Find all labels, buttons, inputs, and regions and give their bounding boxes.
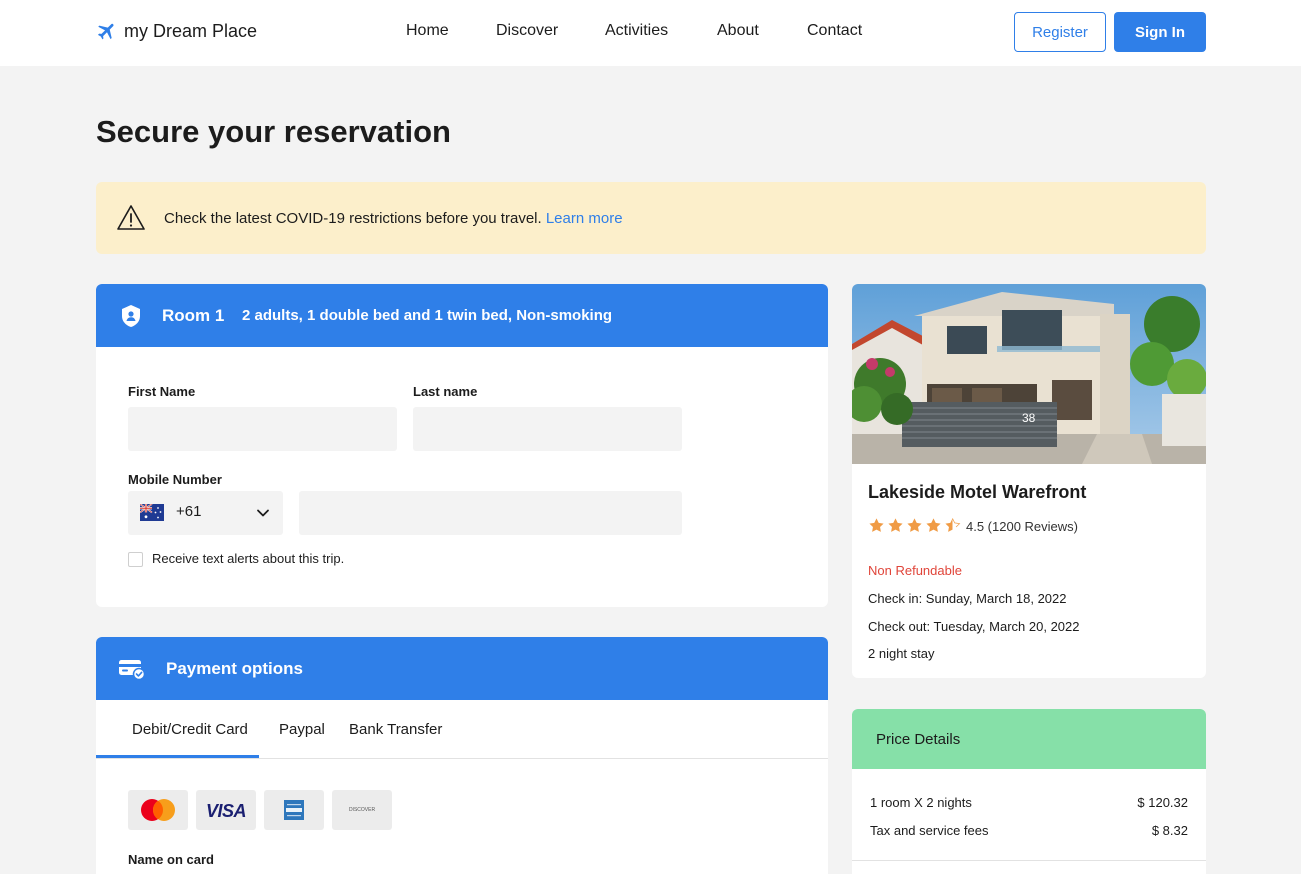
tab-paypal[interactable]: Paypal — [279, 721, 325, 738]
mastercard-option[interactable] — [128, 790, 188, 830]
covid-alert: Check the latest COVID-19 restrictions b… — [96, 182, 1206, 254]
learn-more-link[interactable]: Learn more — [546, 210, 623, 227]
price-header: Price Details — [852, 709, 1206, 769]
mobile-number-label: Mobile Number — [128, 472, 222, 487]
tabs-divider — [96, 758, 828, 759]
nav-activities[interactable]: Activities — [605, 22, 668, 40]
last-name-input[interactable] — [413, 407, 682, 451]
star-half-icon — [945, 518, 961, 532]
price-title: Price Details — [876, 731, 961, 748]
stay-duration: 2 night stay — [868, 646, 935, 661]
amex-option[interactable] — [264, 790, 324, 830]
top-header: my Dream Place Home Discover Activities … — [0, 0, 1301, 66]
price-divider — [852, 860, 1206, 861]
house-number: 38 — [1022, 411, 1036, 425]
credit-card-check-icon — [119, 660, 146, 681]
register-button[interactable]: Register — [1014, 12, 1106, 52]
tab-bank-transfer[interactable]: Bank Transfer — [349, 721, 442, 738]
nav-discover[interactable]: Discover — [496, 22, 558, 40]
price-row: Tax and service fees $ 8.32 — [870, 823, 1188, 838]
hotel-summary-card: 38 Lakeside Motel Warefront 4.5 (1200 Re… — [852, 284, 1206, 678]
star-full-icon — [926, 518, 941, 532]
star-full-icon — [888, 518, 903, 532]
room-description: 2 adults, 1 double bed and 1 twin bed, N… — [242, 307, 613, 324]
sign-in-button[interactable]: Sign In — [1114, 12, 1206, 52]
text-alerts-label: Receive text alerts about this trip. — [152, 551, 345, 566]
warning-icon — [117, 205, 145, 230]
amex-icon — [284, 800, 304, 820]
text-alerts-checkbox[interactable] — [128, 552, 143, 567]
check-in-date: Check in: Sunday, March 18, 2022 — [868, 591, 1067, 606]
nav-about[interactable]: About — [717, 22, 759, 40]
page-title: Secure your reservation — [96, 114, 451, 149]
room-title: Room 1 — [162, 306, 225, 325]
check-out-date: Check out: Tuesday, March 20, 2022 — [868, 619, 1080, 634]
tab-debit-credit-card[interactable]: Debit/Credit Card — [132, 721, 248, 738]
star-rating — [868, 517, 963, 534]
mobile-number-input[interactable] — [299, 491, 682, 535]
mastercard-icon — [141, 799, 175, 821]
visa-icon: VISA — [205, 801, 247, 821]
last-name-label: Last name — [413, 384, 478, 399]
refund-policy: Non Refundable — [868, 563, 962, 578]
hotel-name: Lakeside Motel Warefront — [868, 482, 1087, 502]
price-details-card: Price Details 1 room X 2 nights $ 120.32… — [852, 709, 1206, 874]
country-code-value: +61 — [176, 503, 202, 520]
star-full-icon — [869, 518, 884, 532]
alert-message: Check the latest COVID-19 restrictions b… — [164, 210, 623, 227]
payment-header: Payment options — [96, 637, 828, 700]
hotel-photo: 38 — [852, 284, 1206, 464]
room-header: Room 1 2 adults, 1 double bed and 1 twin… — [96, 284, 828, 347]
price-row-amount: $ 8.32 — [1151, 823, 1188, 838]
chevron-down-icon — [257, 509, 269, 517]
country-code-select[interactable]: +61 — [128, 491, 283, 535]
star-full-icon — [907, 518, 922, 532]
room-details-card: Room 1 2 adults, 1 double bed and 1 twin… — [96, 284, 828, 607]
payment-title: Payment options — [166, 659, 303, 678]
shield-user-icon — [122, 305, 140, 327]
australia-flag-icon — [140, 504, 164, 521]
first-name-input[interactable] — [128, 407, 397, 451]
nav-home[interactable]: Home — [406, 22, 449, 40]
rating-text: 4.5 (1200 Reviews) — [966, 519, 1078, 534]
nav-contact[interactable]: Contact — [807, 22, 862, 40]
discover-icon: DISCOVER — [348, 807, 376, 813]
price-row-label: 1 room X 2 nights — [870, 795, 972, 810]
alert-text: Check the latest COVID-19 restrictions b… — [164, 210, 542, 227]
payment-options-card: Payment options Debit/Credit Card Paypal… — [96, 637, 828, 874]
price-row: 1 room X 2 nights $ 120.32 — [870, 795, 1188, 810]
first-name-label: First Name — [128, 384, 196, 399]
price-row-amount: $ 120.32 — [1137, 795, 1188, 810]
visa-option[interactable]: VISA — [196, 790, 256, 830]
discover-option[interactable]: DISCOVER — [332, 790, 392, 830]
name-on-card-label: Name on card — [128, 852, 214, 867]
price-row-label: Tax and service fees — [870, 823, 989, 838]
